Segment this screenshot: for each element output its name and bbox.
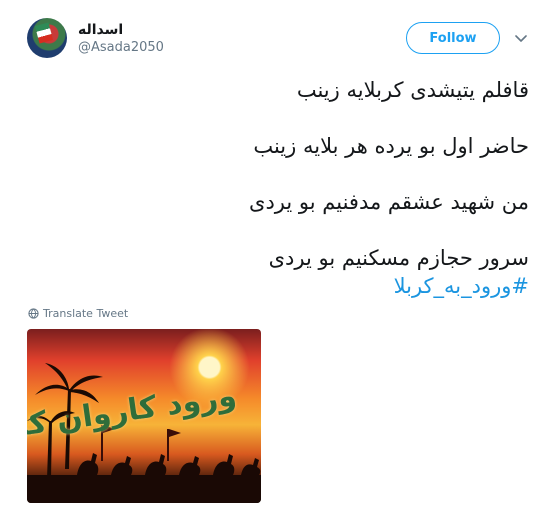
globe-icon	[28, 307, 39, 319]
chevron-down-icon[interactable]	[515, 33, 527, 45]
tweet-line: حاضر اول بو یرده هر بلایه زینب	[253, 134, 529, 158]
author-display-name[interactable]: اسداله	[78, 21, 123, 39]
tweet-image[interactable]: ورود کاروان کربلا	[27, 329, 261, 503]
avatar[interactable]	[27, 18, 67, 58]
author-handle[interactable]: @Asada2050	[78, 40, 164, 56]
avatar-flag	[34, 22, 54, 44]
hashtag-link[interactable]: #ورود_به_کربلا	[29, 272, 529, 300]
caravan-silhouettes	[27, 453, 261, 503]
tweet-text: قافلم یتیشدی کربلایه زینب حاضر اول بو یر…	[29, 76, 529, 300]
translate-tweet-link[interactable]: Translate Tweet	[28, 306, 128, 320]
chevron-down-glyph	[515, 35, 527, 42]
tweet-line: من شهید عشقم مدفنیم بو یردی	[249, 190, 529, 214]
translate-label: Translate Tweet	[43, 306, 129, 320]
tweet-line: قافلم یتیشدی کربلایه زینب	[296, 78, 529, 102]
follow-button[interactable]: Follow	[406, 22, 500, 54]
tweet-line: سرور حجازم مسکنیم بو یردی	[268, 246, 529, 270]
